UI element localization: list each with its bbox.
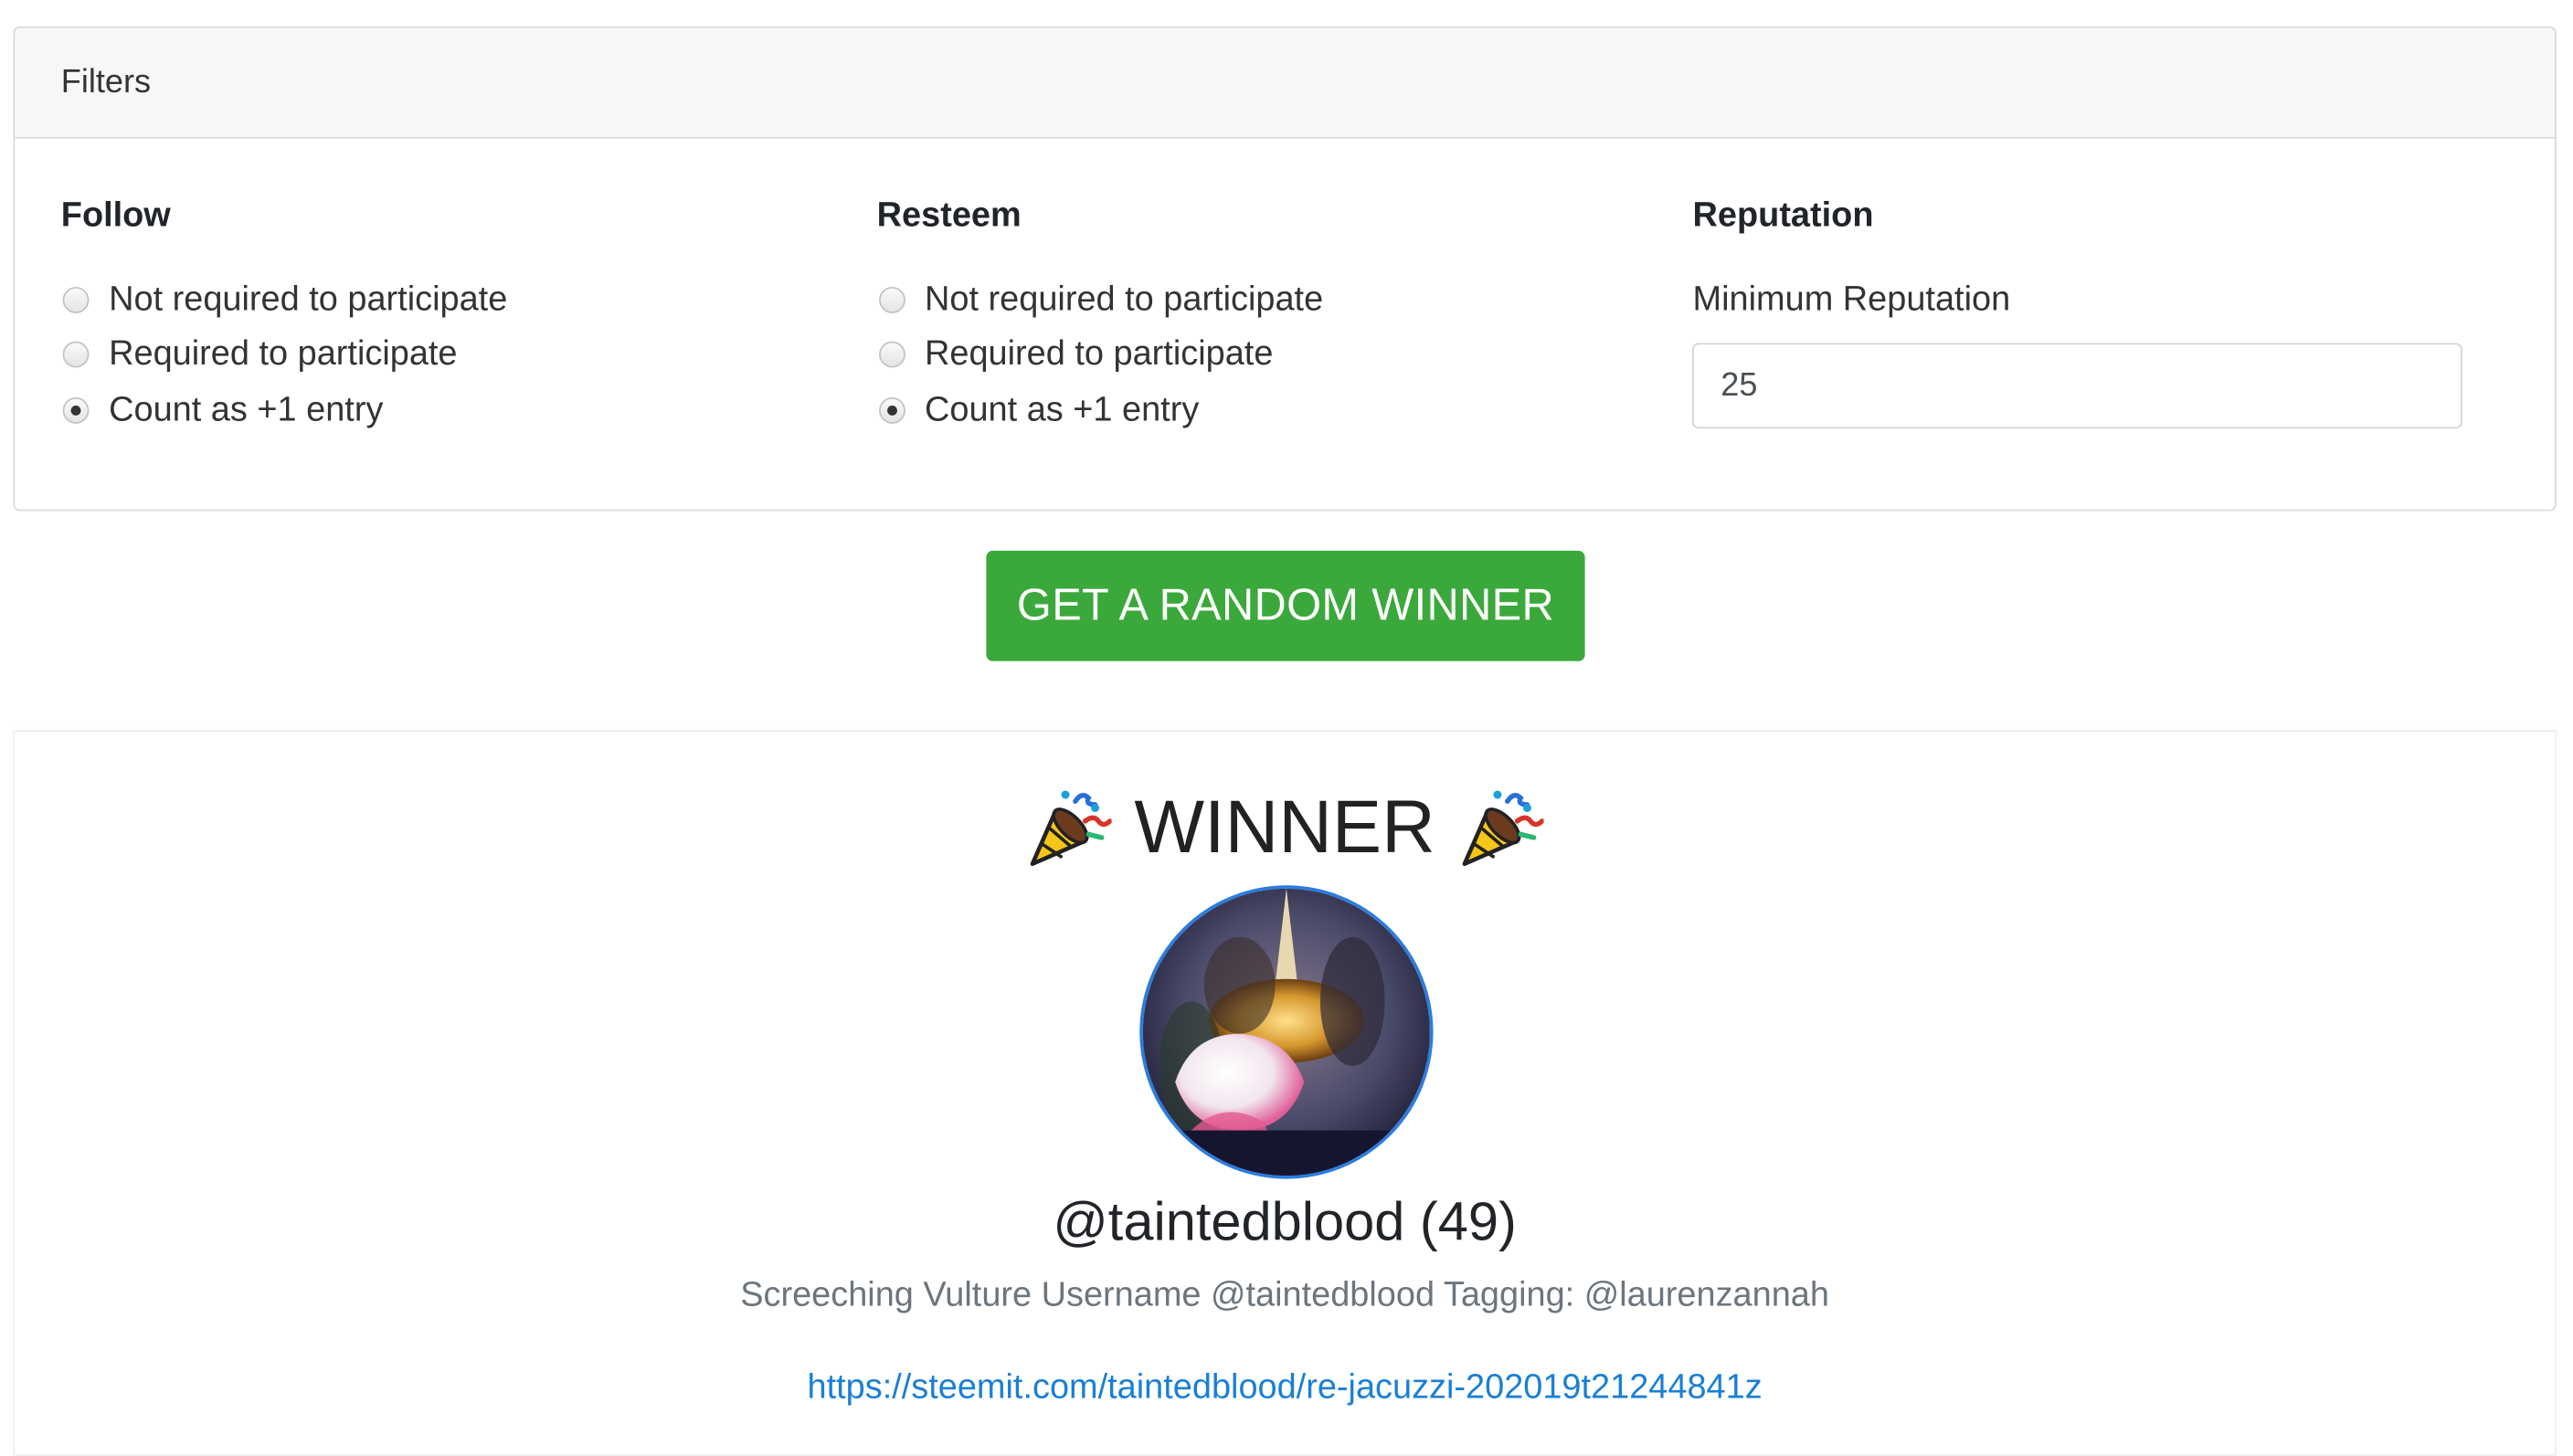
radio-button[interactable] — [878, 286, 905, 313]
party-popper-icon — [1030, 790, 1112, 867]
minimum-reputation-label: Minimum Reputation — [1692, 280, 2011, 319]
filters-card: Filters Follow Not required to participa… — [13, 26, 2557, 512]
follow-option-not-required[interactable]: Not required to participate — [61, 272, 877, 327]
winner-comment-link[interactable]: https://steemit.com/taintedblood/re-jacu… — [808, 1368, 1763, 1407]
radio-button[interactable] — [62, 286, 90, 313]
resteem-option-required[interactable]: Required to participate — [877, 327, 1693, 382]
filters-header: Filters — [15, 27, 2555, 139]
avatar-image — [1142, 888, 1430, 1176]
radio-label: Count as +1 entry — [109, 390, 384, 428]
party-popper-icon — [1463, 790, 1544, 867]
radio-button-checked[interactable] — [62, 396, 90, 424]
radio-button[interactable] — [62, 342, 90, 368]
minimum-reputation-input[interactable] — [1692, 343, 2463, 429]
follow-title: Follow — [60, 195, 171, 235]
reputation-filter: Reputation Minimum Reputation — [1692, 193, 2509, 438]
winner-avatar — [1139, 885, 1434, 1179]
radio-button-checked[interactable] — [878, 396, 905, 424]
resteem-option-not-required[interactable]: Not required to participate — [877, 272, 1693, 327]
filters-columns: Follow Not required to participate Requi… — [61, 193, 2509, 438]
follow-filter: Follow Not required to participate Requi… — [61, 193, 877, 438]
resteem-title: Resteem — [876, 195, 1022, 235]
radio-label: Not required to participate — [925, 280, 1324, 318]
winner-username: @taintedblood (49) — [1053, 1190, 1517, 1251]
winner-link-container: https://steemit.com/taintedblood/re-jacu… — [15, 1364, 2555, 1413]
winner-heading: WINNER — [15, 782, 2555, 874]
page: Filters Follow Not required to participa… — [0, 0, 2573, 1456]
radio-label: Count as +1 entry — [925, 390, 1200, 428]
radio-label: Required to participate — [925, 334, 1274, 374]
follow-option-count-entry[interactable]: Count as +1 entry — [61, 383, 877, 438]
winner-comment: Screeching Vulture Username @taintedbloo… — [740, 1276, 1829, 1314]
resteem-filter: Resteem Not required to participate Requ… — [877, 193, 1693, 438]
radio-label: Not required to participate — [109, 280, 508, 318]
follow-option-required[interactable]: Required to participate — [61, 327, 877, 382]
resteem-option-count-entry[interactable]: Count as +1 entry — [877, 383, 1693, 438]
winner-title: WINNER — [1134, 785, 1435, 870]
reputation-title: Reputation — [1692, 195, 1874, 235]
radio-button[interactable] — [878, 342, 905, 368]
winner-card: WINNER @taintedblood (49) Screeching Vul… — [13, 730, 2557, 1456]
get-random-winner-button[interactable]: GET A RANDOM WINNER — [986, 550, 1585, 661]
radio-label: Required to participate — [109, 334, 458, 374]
